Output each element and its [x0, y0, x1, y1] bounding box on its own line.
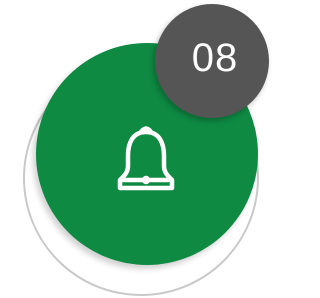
bell-icon: [117, 126, 175, 191]
step-marker: 08: [0, 0, 269, 298]
step-number: 08: [191, 36, 239, 80]
